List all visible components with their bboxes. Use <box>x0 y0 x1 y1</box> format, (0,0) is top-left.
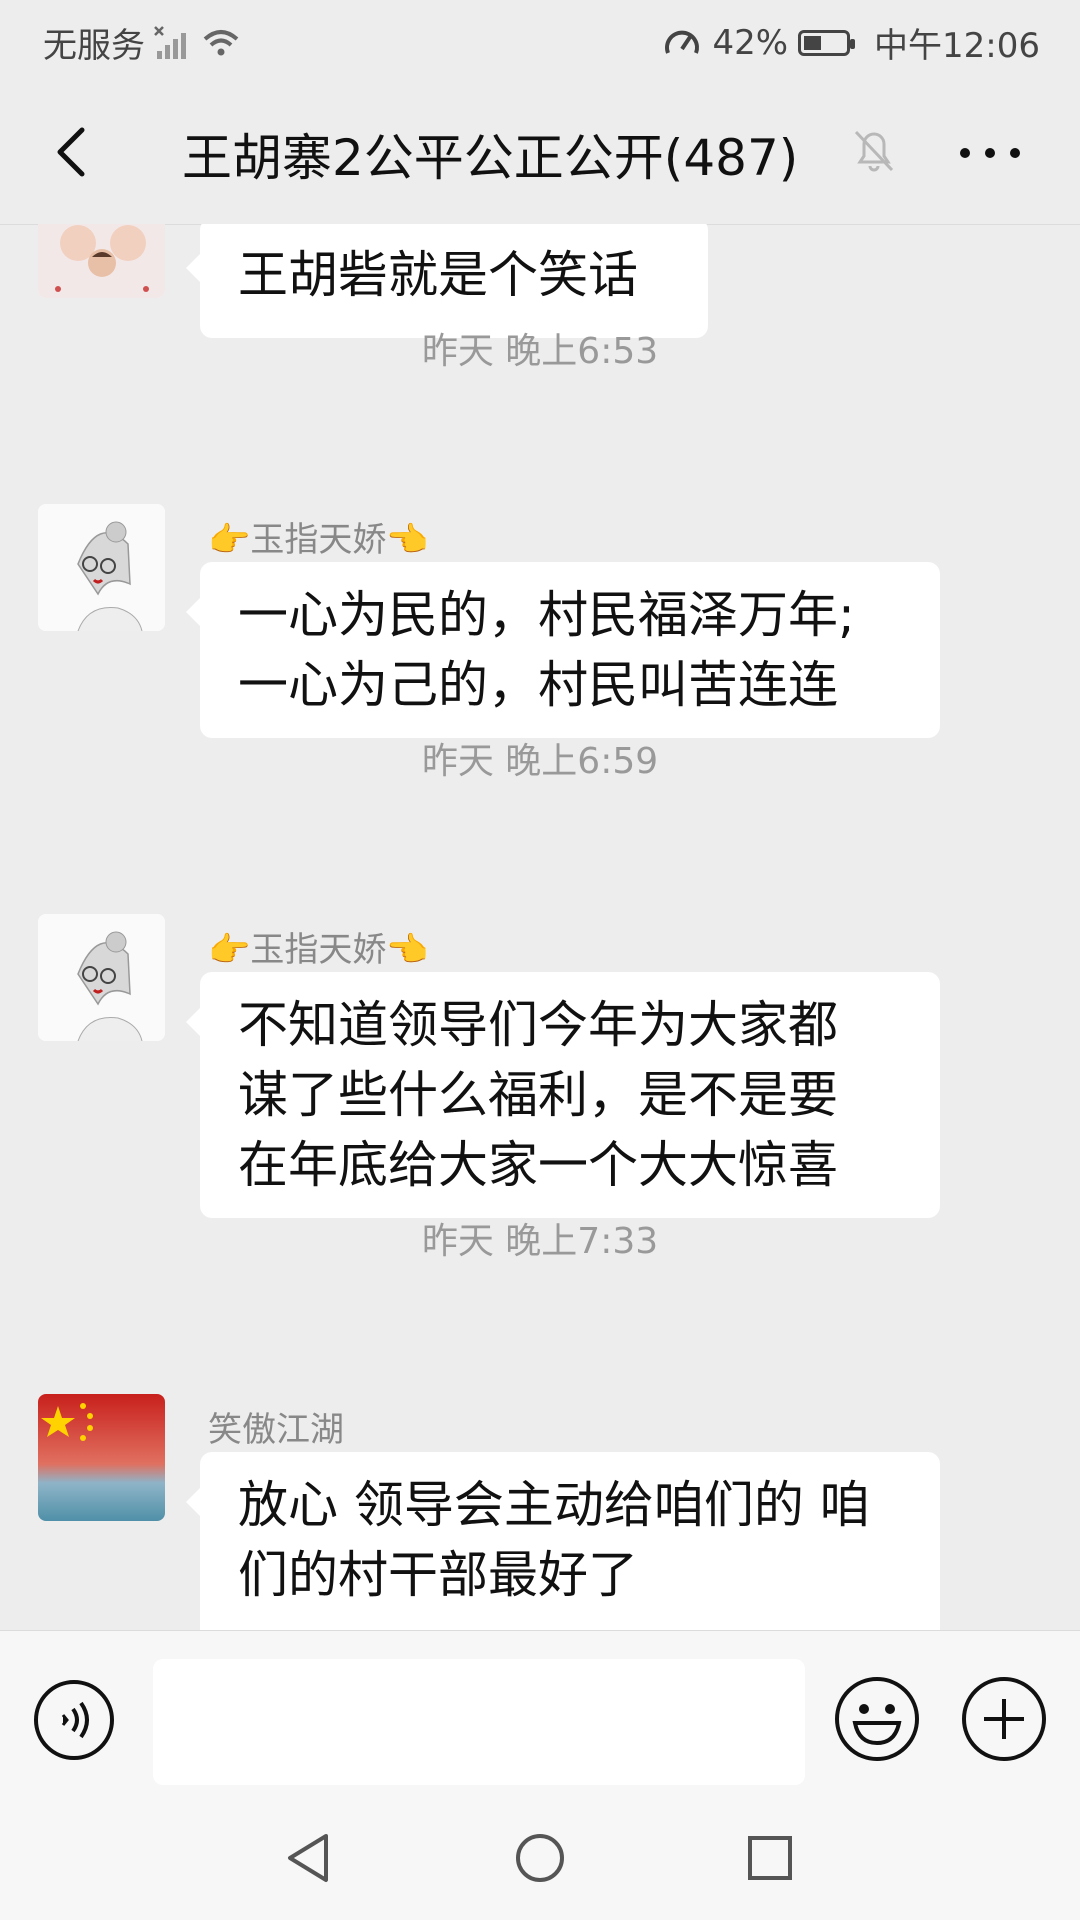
status-bar: 无服务 42% 中午12:06 <box>0 0 1080 80</box>
voice-icon[interactable] <box>33 1679 115 1761</box>
timestamp: 昨天 晚上6:53 <box>421 331 659 372</box>
back-chevron-icon[interactable] <box>46 122 106 182</box>
battery-level <box>804 35 822 50</box>
sender-name: 笑傲江湖 <box>208 1410 344 1450</box>
message-bubble[interactable]: 不知道领导们今年为大家都 谋了些什么福利，是不是要 在年底给大家一个大大惊喜 <box>186 972 940 1218</box>
battery-percent: 42% <box>712 22 789 63</box>
wifi-icon <box>203 29 239 55</box>
message-text: 王胡砦就是个笑话 <box>238 246 638 304</box>
message-text-line: 在年底给大家一个大大惊喜 <box>238 1136 838 1194</box>
clock: 中午12:06 <box>874 26 1040 66</box>
avatar[interactable] <box>38 1394 165 1521</box>
sender-name: 👉玉指天娇👈 <box>208 520 429 560</box>
timestamp: 昨天 晚上6:59 <box>421 741 659 782</box>
message-text-line: 谋了些什么福利，是不是要 <box>238 1066 838 1124</box>
timestamp: 昨天 晚上7:33 <box>421 1221 659 1262</box>
message-list[interactable]: 王胡砦就是个笑话 昨天 晚上6:53 👉玉指天娇👈 一心为民的，村民福泽万年; … <box>0 224 1080 1630</box>
triangle-back-icon[interactable] <box>280 1830 336 1886</box>
bell-off-icon <box>854 130 894 172</box>
message-input[interactable] <box>153 1659 805 1785</box>
message-text-line: 一心为己的，村民叫苦连连 <box>238 656 838 714</box>
input-bar <box>0 1630 1080 1791</box>
message-bubble[interactable]: 一心为民的，村民福泽万年; 一心为己的，村民叫苦连连 <box>186 562 940 738</box>
smiley-icon[interactable] <box>833 1675 921 1763</box>
message-text-line: 们的村干部最好了 <box>238 1546 638 1604</box>
square-recent-icon[interactable] <box>742 1830 798 1886</box>
message-bubble[interactable]: 王胡砦就是个笑话 <box>186 224 708 338</box>
message-text-line: 放心 领导会主动给咱们的 咱 <box>238 1476 870 1534</box>
plus-circle-icon[interactable] <box>960 1675 1048 1763</box>
carrier-label: 无服务 <box>43 26 145 66</box>
battery-icon <box>798 29 856 56</box>
message-text-line: 不知道领导们今年为大家都 <box>238 996 838 1054</box>
message-bubble[interactable]: 放心 领导会主动给咱们的 咱 们的村干部最好了 <box>186 1452 940 1630</box>
speed-icon <box>665 30 700 54</box>
more-dots-icon[interactable] <box>955 138 1025 168</box>
chat-header: 王胡寨2公平公正公开(487) <box>0 80 1080 225</box>
message-text-line: 一心为民的，村民福泽万年; <box>238 586 855 644</box>
avatar[interactable] <box>38 224 165 298</box>
avatar[interactable] <box>38 914 165 1041</box>
circle-home-icon[interactable] <box>512 1830 568 1886</box>
chat-title: 王胡寨2公平公正公开(487) <box>182 129 799 187</box>
signal-icon <box>154 25 186 59</box>
sender-name: 👉玉指天娇👈 <box>208 930 429 970</box>
system-nav-bar <box>0 1790 1080 1920</box>
avatar[interactable] <box>38 504 165 631</box>
